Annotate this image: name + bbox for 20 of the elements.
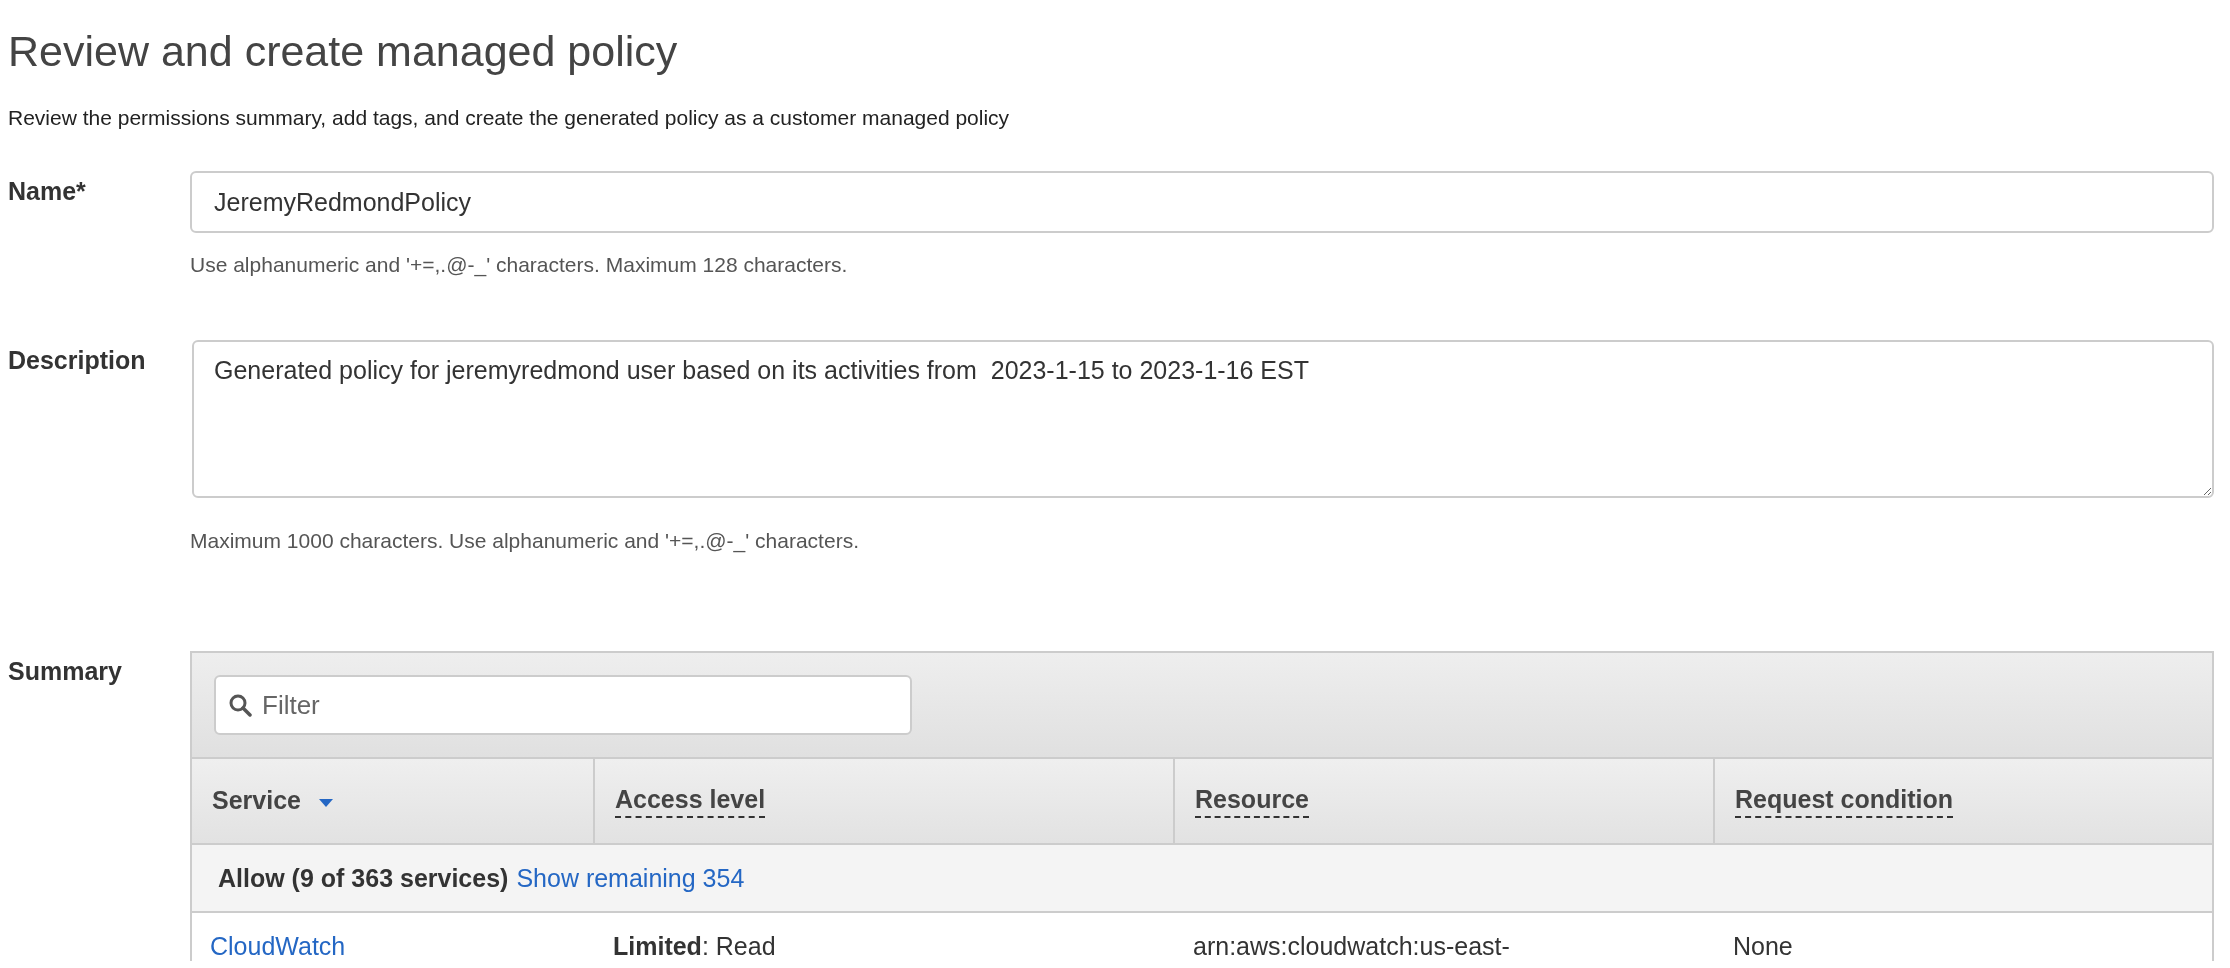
- column-header[interactable]: Resource: [1195, 784, 1309, 818]
- column-header[interactable]: Request condition: [1735, 784, 1954, 818]
- show-remaining-link[interactable]: Show remaining 354: [516, 863, 745, 893]
- page-title: Review and create managed policy: [8, 26, 679, 77]
- field-label: Description: [8, 345, 147, 376]
- filter-field[interactable]: Filter: [214, 675, 912, 735]
- name-input-field[interactable]: JeremyRedmondPolicy: [190, 171, 2214, 233]
- page-subtitle: Review the permissions summary, add tags, and create the generated policy as a customer managed policy: [8, 105, 1011, 131]
- access-level-text: Limited: Read: [613, 932, 776, 960]
- column-header[interactable]: Access level: [615, 784, 766, 818]
- service-link[interactable]: CloudWatch: [210, 932, 346, 960]
- field-label: Summary: [8, 656, 123, 687]
- field-label: Name*: [8, 176, 87, 207]
- description-text-area[interactable]: Generated policy for jeremyredmond user based on its activities from 2023-1-15 to 2023-1-16 EST: [192, 340, 2214, 498]
- field-hint: Use alphanumeric and '+=,.@-_' characters. Maximum 128 characters.: [190, 253, 849, 277]
- group-label: Allow (9 of 363 services): [218, 863, 509, 893]
- column-header[interactable]: Service: [212, 785, 301, 817]
- condition-text: None: [1733, 932, 1793, 960]
- field-hint: Maximum 1000 characters. Use alphanumeric and '+=,.@-_' characters.: [190, 529, 860, 553]
- resource-text: arn:aws:cloudwatch:us-east-: [1193, 932, 1510, 960]
